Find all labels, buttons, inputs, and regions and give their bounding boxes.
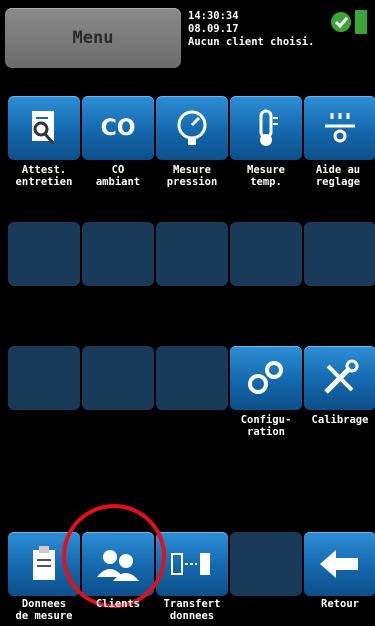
- burner-adjust-icon: [325, 113, 355, 143]
- empty-slot: [8, 222, 80, 286]
- aide-reglage-label: Aide au reglage: [315, 164, 361, 188]
- transfert-donnees-label: Transfert donnees: [163, 598, 221, 622]
- document-magnifier-icon: [32, 111, 55, 144]
- aide-reglage-button[interactable]: [304, 96, 375, 160]
- transfert-donnees-button[interactable]: [156, 532, 228, 596]
- mesure-temp-label: Mesure temp.: [247, 164, 285, 188]
- co-ambiant-label: CO ambiant: [95, 164, 141, 188]
- tools-icon: [324, 359, 359, 394]
- menu-button[interactable]: Menu: [5, 8, 181, 68]
- configuration-label: Configu- ration: [240, 414, 292, 438]
- date-text: 08.09.17: [188, 23, 239, 35]
- donnees-mesure-label: Donnees de mesure: [15, 598, 73, 622]
- empty-slot: [230, 222, 302, 286]
- empty-slot: [304, 222, 375, 286]
- calibrage-button[interactable]: [304, 346, 375, 410]
- mesure-pression-button[interactable]: [156, 96, 228, 160]
- attest-entretien-button[interactable]: [8, 96, 80, 160]
- client-status-text: Aucun client choisi.: [188, 36, 315, 48]
- menu-button-label: Menu: [72, 28, 114, 48]
- configuration-button[interactable]: [230, 346, 302, 410]
- clients-label: Clients: [95, 598, 141, 610]
- time-text: 14:30:34: [188, 10, 239, 22]
- attest-entretien-label: Attest. entretien: [15, 164, 73, 188]
- empty-slot: [82, 346, 154, 410]
- co-ambiant-button[interactable]: CO: [82, 96, 154, 160]
- empty-slot: [230, 532, 302, 596]
- thermometer-icon: [259, 109, 278, 146]
- empty-slot: [8, 346, 80, 410]
- transfer-icon: [171, 553, 210, 575]
- status-panel: 14:30:34 08.09.17 Aucun client choisi.: [188, 10, 314, 49]
- retour-button[interactable]: [304, 532, 375, 596]
- empty-slot: [82, 222, 154, 286]
- empty-slot: [156, 222, 228, 286]
- retour-label: Retour: [321, 598, 359, 610]
- ok-check-icon: [331, 10, 367, 34]
- mesure-temp-button[interactable]: [230, 96, 302, 160]
- clipboard-icon: [33, 546, 55, 580]
- mesure-pression-label: Mesure pression: [166, 164, 218, 188]
- arrow-left-icon: [320, 550, 358, 578]
- empty-slot: [156, 346, 228, 410]
- pressure-gauge-icon: [177, 110, 207, 145]
- highlight-circle: [62, 504, 166, 608]
- gears-icon: [248, 361, 283, 394]
- co-text-icon: CO: [100, 115, 136, 141]
- calibrage-label: Calibrage: [311, 414, 369, 426]
